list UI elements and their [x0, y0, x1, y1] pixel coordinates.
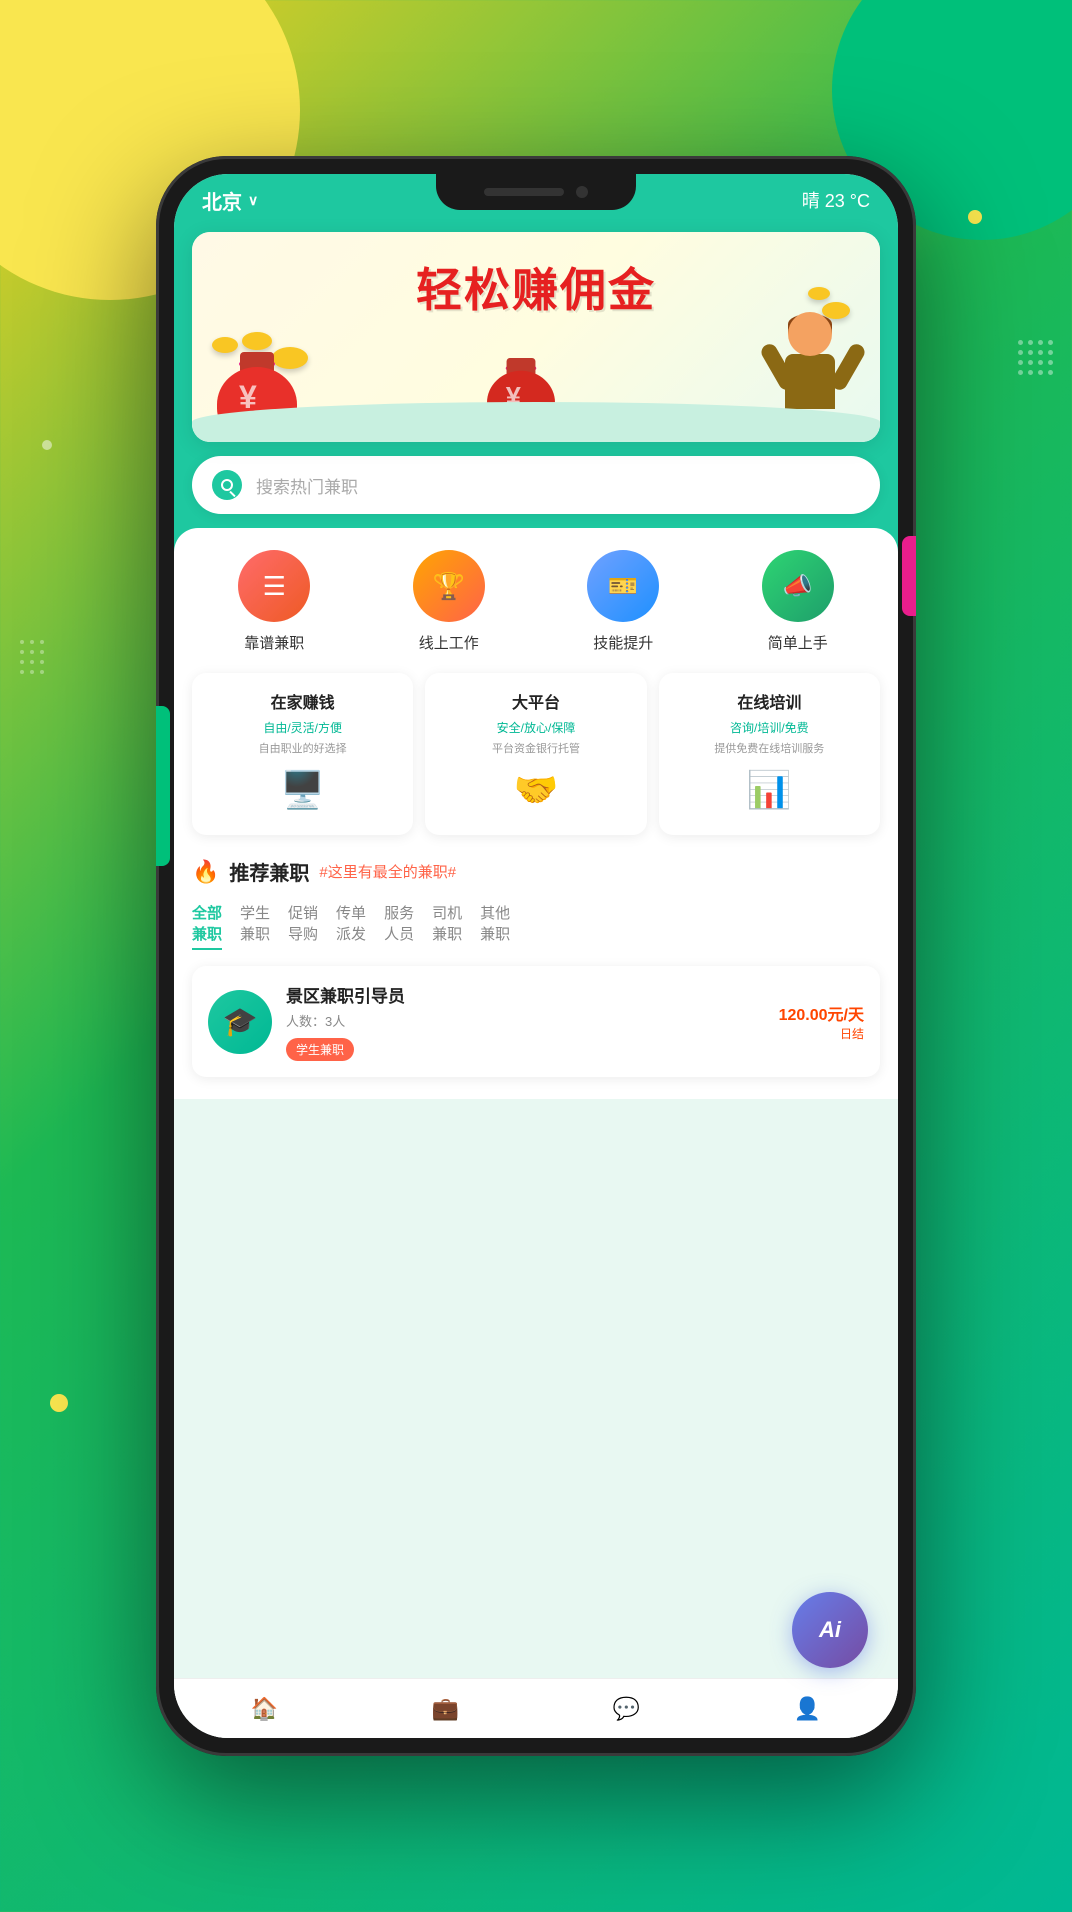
- reliable-label: 靠谱兼职: [244, 632, 304, 653]
- tab-promo[interactable]: 促销 导购: [288, 902, 318, 950]
- search-placeholder: 搜索热门兼职: [256, 473, 358, 498]
- location-selector[interactable]: 北京 ∨: [202, 186, 258, 215]
- screen-content: 北京 ∨ 晴 23 °C 轻松赚佣金: [174, 174, 898, 1738]
- wfh-icon: 🖥️: [273, 769, 333, 819]
- coin-3: [212, 337, 238, 353]
- skill-icon-symbol: 🎫: [608, 572, 638, 601]
- ai-button[interactable]: Ai: [792, 1592, 868, 1668]
- reliable-icon-symbol: ☰: [263, 571, 286, 602]
- tab-all[interactable]: 全部 兼职: [192, 902, 222, 950]
- coin-1: [242, 332, 272, 350]
- job-salary-note: 日结: [779, 1025, 864, 1042]
- tab-flyer[interactable]: 传单 派发: [336, 902, 366, 950]
- coin-2: [272, 347, 308, 369]
- training-subtitle: 咨询/培训/免费: [730, 719, 809, 736]
- search-container: 搜索热门兼职: [192, 456, 880, 514]
- nav-profile-icon[interactable]: 👤: [794, 1696, 821, 1722]
- platform-icon: 🤝: [506, 769, 566, 819]
- bg-dot-yellow2: [50, 1394, 68, 1412]
- skill-icon: 🎫: [587, 550, 659, 622]
- feature-card-training[interactable]: 在线培训 咨询/培训/免费 提供免费在线培训服务 📊: [659, 673, 880, 835]
- search-bar[interactable]: 搜索热门兼职: [192, 456, 880, 514]
- weather-display: 晴 23 °C: [802, 187, 870, 213]
- search-icon-circle: [212, 470, 242, 500]
- job-salary: 120.00元/天: [779, 1001, 864, 1025]
- job-salary-container: 120.00元/天 日结: [779, 1001, 864, 1042]
- feature-card-platform[interactable]: 大平台 安全/放心/保障 平台资金银行托管 🤝: [425, 673, 646, 835]
- main-content: ☰ 靠谱兼职 🏆 线上工作 🎫: [174, 528, 898, 1099]
- category-tabs: 全部 兼职 学生 兼职 促销 导购 传单 派发: [192, 902, 880, 950]
- fire-icon: 🔥: [192, 859, 219, 885]
- category-item-skill[interactable]: 🎫 技能提升: [541, 550, 706, 653]
- job-info: 景区兼职引导员 人数：3人 学生兼职: [286, 982, 765, 1061]
- tab-student[interactable]: 学生 兼职: [240, 902, 270, 950]
- promo-banner[interactable]: 轻松赚佣金 ¥: [192, 232, 880, 442]
- wfh-subtitle: 自由/灵活/方便: [263, 719, 342, 736]
- online-icon-symbol: 🏆: [433, 571, 465, 602]
- training-title: 在线培训: [737, 689, 801, 713]
- bg-dots-pattern-left: [20, 640, 45, 675]
- person-torso: [785, 354, 835, 409]
- bg-dot-white: [42, 440, 52, 450]
- platform-subtitle: 安全/放心/保障: [497, 719, 576, 736]
- camera: [576, 186, 588, 198]
- feature-card-wfh[interactable]: 在家赚钱 自由/灵活/方便 自由职业的好选择 🖥️: [192, 673, 413, 835]
- search-icon: [221, 479, 233, 491]
- scroll-area: 轻松赚佣金 ¥: [174, 218, 898, 1738]
- coin-person-2: [808, 287, 830, 300]
- sidebar-pink-bar: [902, 536, 916, 616]
- category-item-reliable[interactable]: ☰ 靠谱兼职: [192, 550, 357, 653]
- category-item-online[interactable]: 🏆 线上工作: [367, 550, 532, 653]
- job-people: 人数：3人: [286, 1011, 765, 1030]
- category-item-easy[interactable]: 📣 简单上手: [716, 550, 881, 653]
- easy-icon-symbol: 📣: [783, 572, 813, 601]
- nav-message-icon[interactable]: 💬: [613, 1696, 640, 1722]
- feature-cards: 在家赚钱 自由/灵活/方便 自由职业的好选择 🖥️ 大平台 安全/放心/保障 平…: [192, 673, 880, 835]
- bg-dot-yellow: [968, 210, 982, 224]
- job-avatar-icon: 🎓: [223, 1005, 258, 1038]
- person-head: [788, 312, 832, 356]
- tab-service[interactable]: 服务 人员: [384, 902, 414, 950]
- job-tag: 学生兼职: [286, 1038, 354, 1061]
- ai-label: Ai: [819, 1617, 841, 1643]
- online-label: 线上工作: [419, 632, 479, 653]
- training-desc: 提供免费在线培训服务: [714, 742, 824, 757]
- job-title: 景区兼职引导员: [286, 982, 765, 1007]
- ground-wave: [192, 402, 880, 442]
- city-name: 北京: [202, 186, 242, 215]
- sidebar-green-bar: [156, 706, 170, 866]
- wfh-desc: 自由职业的好选择: [259, 742, 347, 757]
- notch: [436, 174, 636, 210]
- category-grid: ☰ 靠谱兼职 🏆 线上工作 🎫: [192, 550, 880, 653]
- temperature: 23 °C: [825, 191, 870, 211]
- nav-home-icon[interactable]: 🏠: [251, 1696, 278, 1722]
- chevron-down-icon: ∨: [248, 192, 258, 209]
- easy-label: 简单上手: [768, 632, 828, 653]
- recommend-hashtag: #这里有最全的兼职#: [319, 861, 456, 882]
- speaker: [484, 188, 564, 196]
- skill-label: 技能提升: [593, 632, 653, 653]
- training-icon: 📊: [739, 769, 799, 819]
- bottom-nav: 🏠 💼 💬 👤: [174, 1678, 898, 1738]
- platform-desc: 平台资金银行托管: [492, 742, 580, 757]
- easy-icon: 📣: [762, 550, 834, 622]
- weather-label: 晴: [802, 191, 820, 211]
- tab-driver[interactable]: 司机 兼职: [432, 902, 462, 950]
- wfh-title: 在家赚钱: [271, 689, 335, 713]
- phone-screen: 北京 ∨ 晴 23 °C 轻松赚佣金: [174, 174, 898, 1738]
- job-avatar: 🎓: [208, 990, 272, 1054]
- recommend-header: 🔥 推荐兼职 #这里有最全的兼职#: [192, 857, 880, 886]
- phone-frame: 北京 ∨ 晴 23 °C 轻松赚佣金: [156, 156, 916, 1756]
- online-icon: 🏆: [413, 550, 485, 622]
- tab-other[interactable]: 其他 兼职: [480, 902, 510, 950]
- platform-title: 大平台: [512, 689, 560, 713]
- banner-content: 轻松赚佣金 ¥: [192, 232, 880, 442]
- job-card[interactable]: 🎓 景区兼职引导员 人数：3人 学生兼职 120.00元/天 日结: [192, 966, 880, 1077]
- nav-jobs-icon[interactable]: 💼: [432, 1696, 459, 1722]
- bg-dots-pattern-right: [1018, 340, 1054, 376]
- reliable-icon: ☰: [238, 550, 310, 622]
- recommend-title: 推荐兼职: [229, 857, 309, 886]
